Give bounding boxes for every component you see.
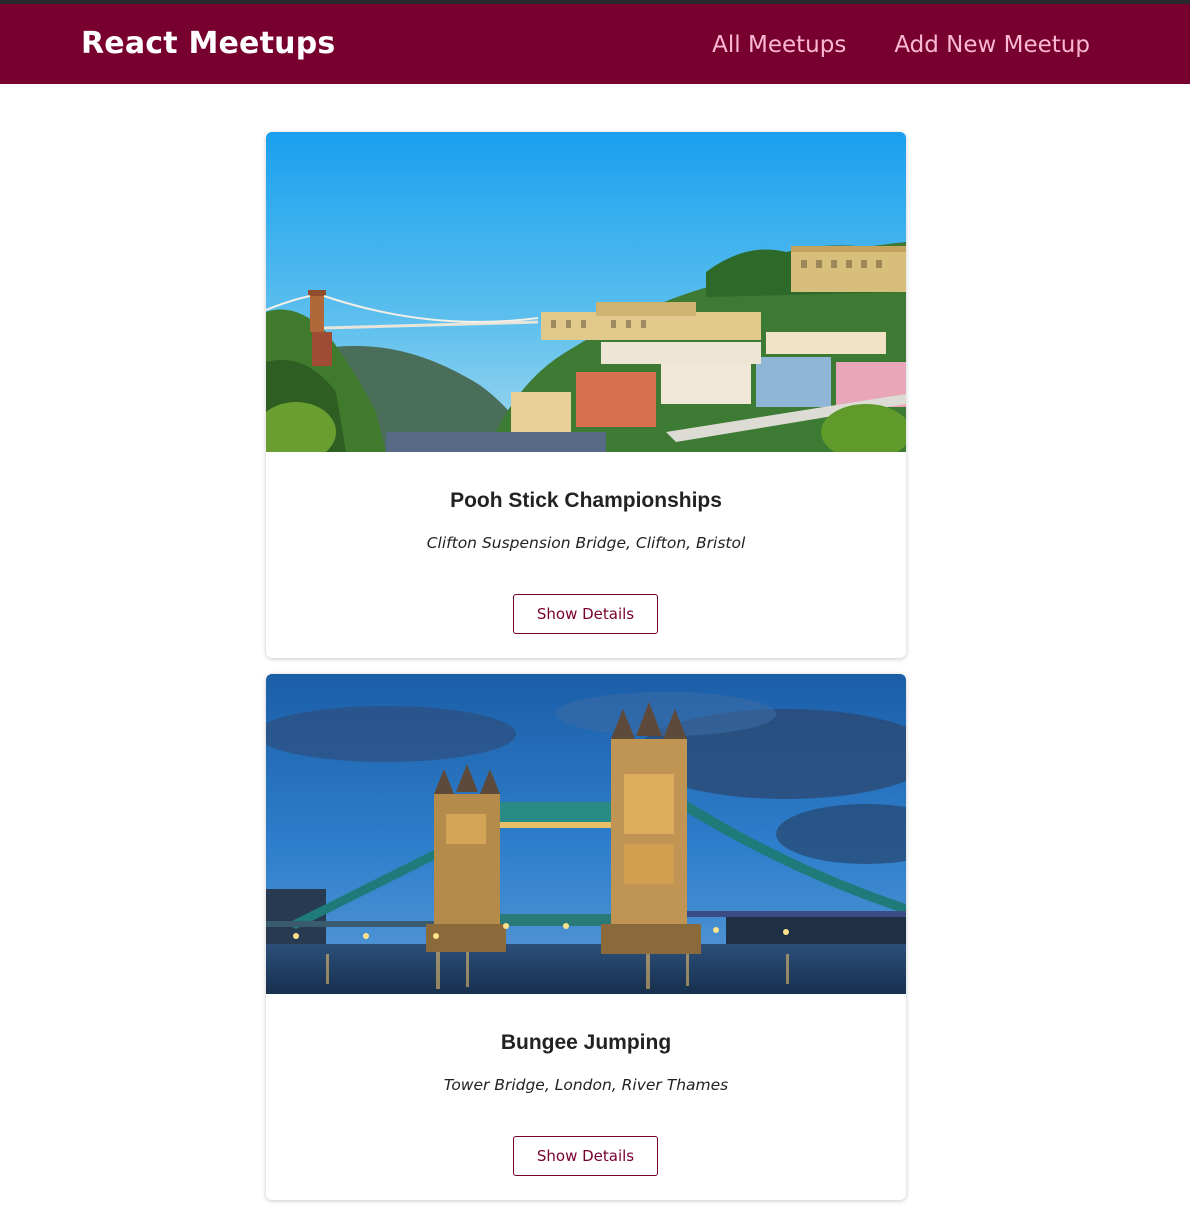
site-logo[interactable]: React Meetups [81,22,335,66]
meetup-card: Bungee Jumping Tower Bridge, London, Riv… [266,674,906,1200]
meetup-address: Clifton Suspension Bridge, Clifton, Bris… [426,534,746,552]
meetup-image-clifton [266,132,906,452]
meetup-card: Pooh Stick Championships Clifton Suspens… [266,132,906,658]
main-header: React Meetups All Meetups Add New Meetup [0,4,1190,84]
meetup-address: Tower Bridge, London, River Thames [443,1076,729,1094]
show-details-button[interactable]: Show Details [513,1136,658,1176]
nav-link-add-new-meetup[interactable]: Add New Meetup [894,24,1090,66]
meetup-image-tower-bridge [266,674,906,994]
nav-link-all-meetups[interactable]: All Meetups [712,24,846,66]
meetup-title: Pooh Stick Championships [450,489,722,512]
meetup-title: Bungee Jumping [500,1031,672,1054]
show-details-button[interactable]: Show Details [513,594,658,634]
main-navigation: All Meetups Add New Meetup [712,24,1090,66]
